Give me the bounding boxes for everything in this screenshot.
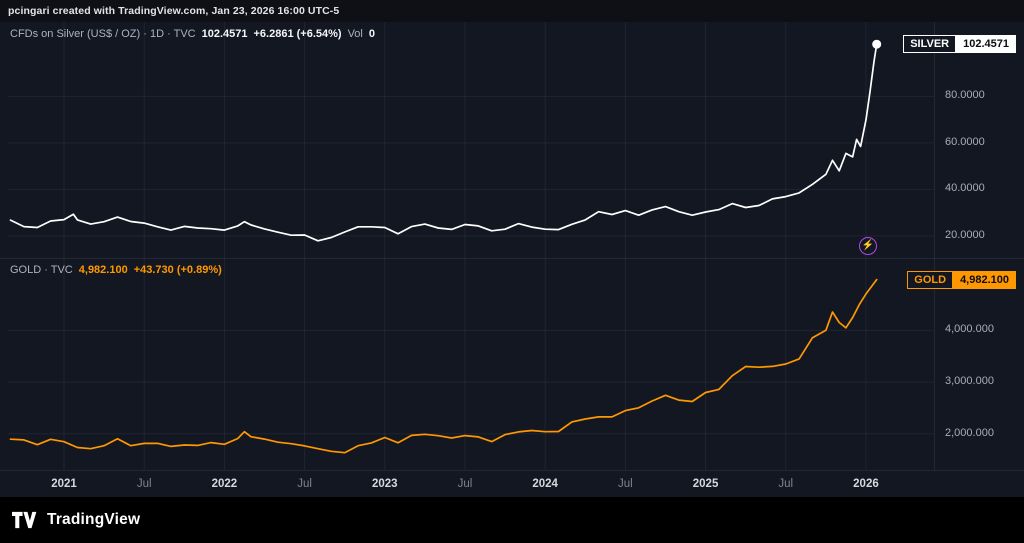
time-axis-label: Jul [297,471,312,497]
last-price-marker [872,40,881,49]
gold-price-value: 4,982.100 [79,264,128,276]
pane-divider[interactable] [0,258,1024,259]
attribution-text: pcingari created with TradingView.com, J… [8,5,339,17]
time-axis-label: Jul [137,471,152,497]
attribution-bar: pcingari created with TradingView.com, J… [0,0,1024,22]
gold-price-badge: GOLD 4,982.100 [907,271,1016,289]
time-axis-label: 2024 [532,471,558,497]
tradingview-brand-text[interactable]: TradingView [47,511,140,529]
price-axis-label: 20.0000 [945,229,985,241]
silver-vol-label: Vol [348,28,363,40]
price-axis-label: 4,000.000 [945,323,994,335]
silver-chart-pane[interactable] [8,22,934,258]
chart-area: CFDs on Silver (US$ / OZ) · 1D · TVC 102… [0,22,1024,497]
silver-badge-symbol: SILVER [903,35,956,53]
price-axis-label: 80.0000 [945,89,985,101]
silver-vol-value: 0 [369,28,375,40]
time-axis-label: 2026 [853,471,879,497]
time-axis-label: Jul [458,471,473,497]
time-axis-label: 2025 [693,471,719,497]
flash-button[interactable]: ⚡ [859,237,877,255]
time-axis[interactable]: 2021 Jul 2022 Jul 2023 Jul 2024 Jul 2025 Jul 2026 [0,470,1024,497]
price-axis-label: 60.0000 [945,136,985,148]
silver-badge-price: 102.4571 [956,35,1016,53]
gold-chart-pane[interactable] [8,258,934,470]
silver-change-value: +6.2861 (+6.54%) [254,28,342,40]
time-axis-label: 2022 [212,471,238,497]
gold-symbol-label: GOLD · TVC [10,264,73,276]
time-axis-label: Jul [778,471,793,497]
time-axis-label: 2023 [372,471,398,497]
time-axis-label: Jul [618,471,633,497]
gold-badge-price: 4,982.100 [953,271,1016,289]
footer-bar: TradingView [0,497,1024,543]
price-axis-label: 40.0000 [945,182,985,194]
silver-symbol-label: CFDs on Silver (US$ / OZ) · 1D · TVC [10,28,196,40]
gold-change-value: +43.730 (+0.89%) [134,264,222,276]
gold-badge-symbol: GOLD [907,271,953,289]
silver-price-badge: SILVER 102.4571 [903,35,1016,53]
silver-price-value: 102.4571 [202,28,248,40]
tradingview-logo-icon[interactable] [12,510,38,530]
gold-price-line [11,280,877,453]
flash-icon: ⚡ [862,241,874,251]
price-axis-label: 2,000.000 [945,427,994,439]
gold-legend[interactable]: GOLD · TVC 4,982.100 +43.730 (+0.89%) [10,264,222,276]
time-axis-label: 2021 [51,471,77,497]
silver-legend[interactable]: CFDs on Silver (US$ / OZ) · 1D · TVC 102… [10,28,375,40]
price-axis[interactable]: SILVER 102.4571 GOLD 4,982.100 20.000040… [934,22,1024,470]
price-axis-label: 3,000.000 [945,375,994,387]
